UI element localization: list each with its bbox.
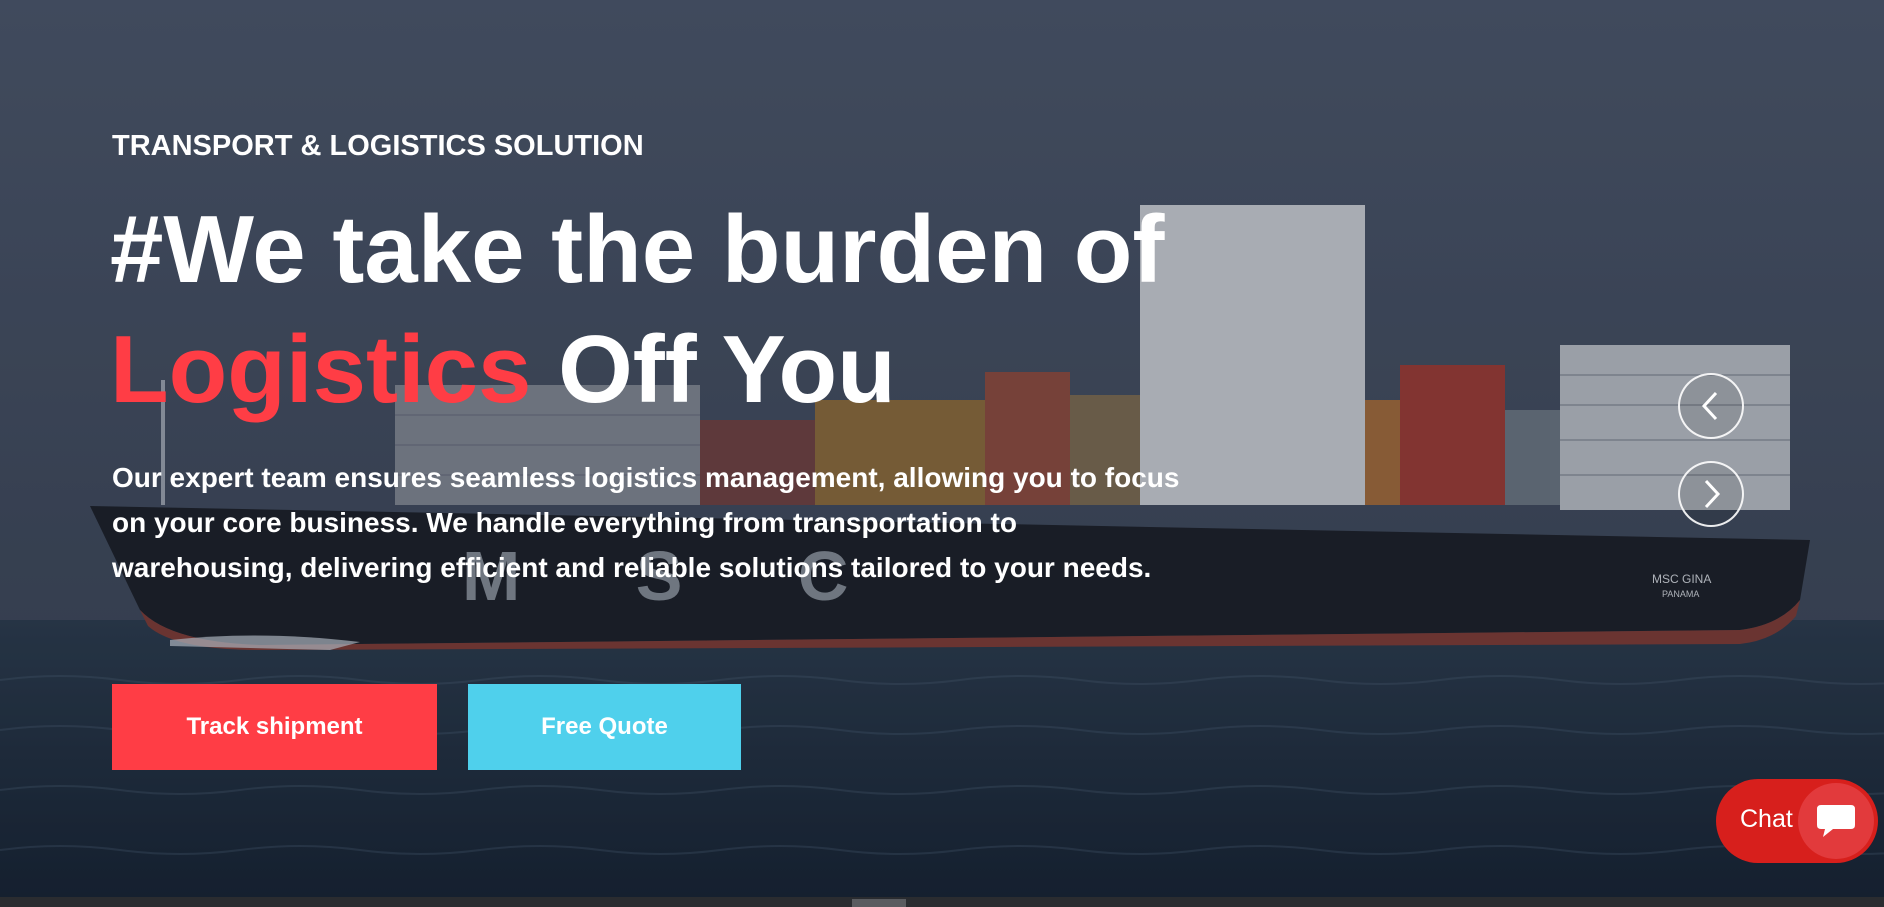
chevron-right-icon — [1704, 479, 1721, 509]
slider-prev-button[interactable] — [1678, 373, 1744, 439]
hero-description: Our expert team ensures seamless logisti… — [112, 462, 1180, 583]
headline-line-1: #We take the burden of — [110, 196, 1165, 303]
headline-accent-word: Logistics — [110, 316, 532, 423]
bottom-scrollbar-strip — [0, 897, 1884, 907]
track-shipment-button[interactable]: Track shipment — [112, 684, 437, 770]
hero-eyebrow: TRANSPORT & LOGISTICS SOLUTION — [112, 130, 644, 162]
chat-widget-button[interactable]: Chat — [1716, 779, 1878, 863]
hero-slider: M S C MSC GINA PANAMA TRANSPORT & LOGIST… — [0, 0, 1884, 907]
slider-next-button[interactable] — [1678, 461, 1744, 527]
free-quote-button[interactable]: Free Quote — [468, 684, 741, 770]
hero-headline: #We take the burden of Logistics Off You — [110, 190, 1164, 430]
chat-label: Chat — [1740, 805, 1793, 833]
chevron-left-icon — [1701, 391, 1718, 421]
headline-rest: Off You — [531, 316, 896, 423]
bottom-scrollbar-thumb[interactable] — [852, 899, 906, 907]
chat-bubble-icon — [1798, 783, 1874, 859]
